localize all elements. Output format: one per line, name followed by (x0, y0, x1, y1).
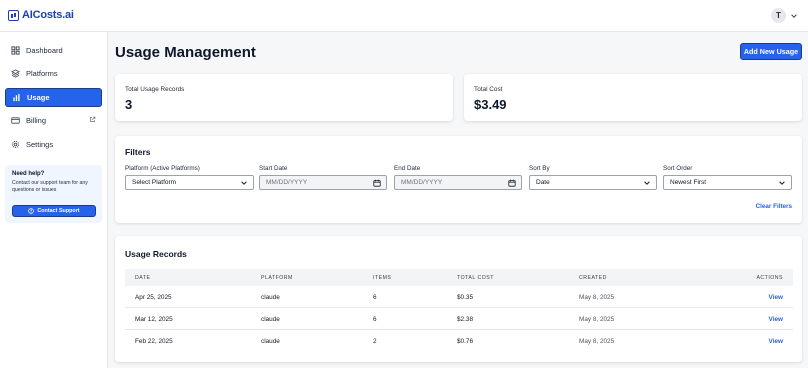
chevron-down-icon (779, 181, 785, 185)
chevron-down-icon (241, 181, 247, 185)
app-name: AICosts.ai (22, 9, 74, 21)
platform-select[interactable]: Select Platform (125, 175, 254, 190)
stat-value: $3.49 (474, 97, 507, 112)
table-row: Mar 12, 2025 claude 6 $2.38 May 8, 2025 … (125, 308, 793, 330)
external-link-icon (90, 116, 96, 122)
gear-icon (12, 141, 19, 148)
stat-value: 3 (125, 97, 133, 112)
filters-card: Filters Platform (Active Platforms) Sele… (115, 136, 802, 223)
stat-label: Total Usage Records (125, 86, 185, 93)
column-header-date: DATE (135, 275, 151, 281)
column-header-created: CREATED (579, 275, 607, 281)
end-date-placeholder: MM/DD/YYYY (401, 179, 443, 186)
usage-records-title: Usage Records (125, 249, 187, 259)
help-panel: Need help? Contact our support team for … (5, 165, 102, 223)
cell-platform: claude (261, 294, 280, 301)
column-header-total-cost: TOTAL COST (457, 275, 494, 281)
cell-items: 6 (373, 316, 377, 323)
view-link[interactable]: View (769, 338, 783, 345)
sort-order-value: Newest First (670, 179, 707, 186)
end-date-label: End Date (394, 165, 421, 172)
top-bar: AICosts.ai T (0, 0, 808, 32)
cell-created: May 8, 2025 (579, 316, 615, 323)
cell-date: Feb 22, 2025 (135, 338, 173, 345)
platform-value: Select Platform (132, 179, 177, 186)
start-date-placeholder: MM/DD/YYYY (266, 179, 308, 186)
sidebar-item-label: Billing (26, 116, 47, 125)
start-date-input[interactable]: MM/DD/YYYY (259, 175, 387, 190)
sidebar-item-label: Settings (26, 140, 54, 149)
sidebar-item-dashboard[interactable]: Dashboard (5, 41, 102, 60)
cell-created: May 8, 2025 (579, 338, 615, 345)
sort-by-value: Date (536, 179, 550, 186)
calendar-icon[interactable] (508, 179, 516, 187)
table-header: DATE PLATFORM ITEMS TOTAL COST CREATED A… (125, 269, 793, 286)
sort-order-label: Sort Order (663, 165, 693, 172)
app-logo[interactable]: AICosts.ai (8, 9, 74, 21)
sidebar-item-usage[interactable]: Usage (5, 88, 102, 107)
credit-card-icon (11, 117, 20, 124)
logo-chart-icon (8, 9, 19, 21)
contact-support-button[interactable]: Contact Support (12, 205, 96, 217)
stat-card-total-cost: Total Cost $3.49 (464, 74, 802, 121)
cell-platform: claude (261, 316, 280, 323)
avatar[interactable]: T (771, 8, 786, 23)
table-row: Apr 25, 2025 claude 6 $0.35 May 8, 2025 … (125, 286, 793, 308)
cell-created: May 8, 2025 (579, 294, 615, 301)
start-date-label: Start Date (259, 165, 288, 172)
table-row: Feb 22, 2025 claude 2 $0.76 May 8, 2025 … (125, 330, 793, 352)
cell-items: 6 (373, 294, 377, 301)
end-date-input[interactable]: MM/DD/YYYY (394, 175, 522, 190)
cell-date: Mar 12, 2025 (135, 316, 173, 323)
column-header-platform: PLATFORM (261, 275, 293, 281)
contact-support-label: Contact Support (37, 208, 80, 214)
usage-records-card: Usage Records DATE PLATFORM ITEMS TOTAL … (115, 236, 802, 362)
help-title: Need help? (12, 171, 45, 177)
cell-items: 2 (373, 338, 377, 345)
cell-total-cost: $2.38 (457, 316, 473, 323)
grid-icon (11, 46, 20, 55)
sidebar-item-platforms[interactable]: Platforms (5, 64, 102, 83)
sidebar-item-settings[interactable]: Settings (5, 135, 102, 154)
stat-label: Total Cost (474, 86, 503, 93)
sidebar-item-label: Usage (27, 93, 50, 102)
stat-card-usage-records: Total Usage Records 3 (115, 74, 453, 121)
sidebar-item-label: Dashboard (26, 46, 63, 55)
layers-icon (11, 69, 20, 78)
cell-platform: claude (261, 338, 280, 345)
platform-label: Platform (Active Platforms) (125, 165, 200, 172)
view-link[interactable]: View (769, 294, 783, 301)
column-header-actions: ACTIONS (756, 275, 783, 281)
sort-by-select[interactable]: Date (529, 175, 657, 190)
bar-chart-icon (13, 93, 20, 102)
cell-total-cost: $0.76 (457, 338, 473, 345)
chevron-down-icon[interactable] (790, 12, 798, 20)
view-link[interactable]: View (769, 316, 783, 323)
user-menu[interactable]: T (771, 8, 798, 23)
sort-by-label: Sort By (529, 165, 550, 172)
help-circle-icon (28, 208, 35, 214)
clear-filters-button[interactable]: Clear Filters (756, 203, 792, 210)
chevron-down-icon (644, 181, 650, 185)
sidebar-item-billing[interactable]: Billing (5, 111, 102, 130)
sort-order-select[interactable]: Newest First (663, 175, 792, 190)
sidebar: Dashboard Platforms Usage Billing Settin… (0, 32, 108, 368)
add-new-usage-button[interactable]: Add New Usage (740, 43, 802, 60)
page-title: Usage Management (115, 44, 256, 61)
filters-title: Filters (125, 147, 151, 157)
column-header-items: ITEMS (373, 275, 392, 281)
cell-date: Apr 25, 2025 (135, 294, 172, 301)
help-text: Contact our support team for any questio… (12, 180, 88, 193)
cell-total-cost: $0.35 (457, 294, 473, 301)
sidebar-item-label: Platforms (26, 69, 58, 78)
calendar-icon[interactable] (373, 179, 381, 187)
